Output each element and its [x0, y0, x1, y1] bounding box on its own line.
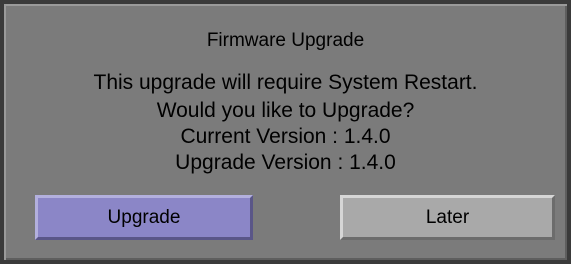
dialog-title: Firmware Upgrade — [206, 30, 365, 51]
firmware-upgrade-dialog: Firmware Upgrade This upgrade will requi… — [0, 0, 571, 264]
upgrade-version-text: Upgrade Version : 1.4.0 — [175, 151, 396, 174]
upgrade-question-text: Would you like to Upgrade? — [156, 99, 415, 122]
restart-warning-text: This upgrade will require System Restart… — [93, 71, 478, 94]
later-button-label: Later — [425, 206, 470, 228]
upgrade-button[interactable]: Upgrade — [35, 195, 253, 240]
upgrade-button-label: Upgrade — [107, 206, 181, 228]
later-button[interactable]: Later — [340, 195, 555, 240]
current-version-text: Current Version : 1.4.0 — [180, 125, 391, 148]
